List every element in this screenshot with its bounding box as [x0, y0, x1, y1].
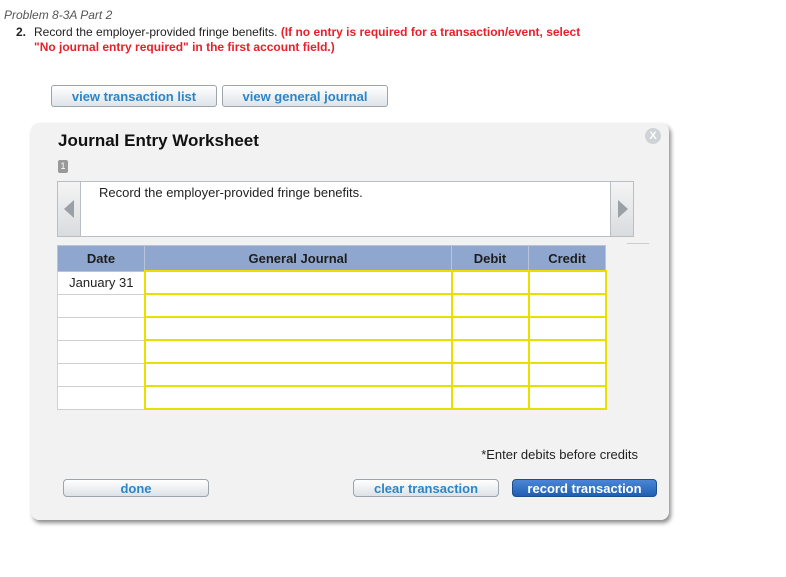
account-cell[interactable] [143, 293, 453, 318]
debits-before-credits-note: *Enter debits before credits [481, 447, 638, 462]
instruction-number: 2. [16, 25, 27, 39]
account-input[interactable] [145, 318, 451, 339]
credit-input[interactable] [529, 364, 605, 385]
credit-cell[interactable] [527, 270, 607, 295]
debit-input[interactable] [452, 295, 528, 316]
credit-input[interactable] [529, 295, 605, 316]
record-transaction-button[interactable]: record transaction [512, 479, 657, 497]
instruction-text: Record the employer-provided fringe bene… [34, 25, 278, 39]
page-badge: 1 [58, 160, 68, 173]
debit-cell[interactable] [450, 385, 530, 410]
credit-input[interactable] [529, 387, 605, 408]
debit-cell[interactable] [450, 270, 530, 295]
close-icon[interactable]: X [645, 128, 661, 144]
done-button[interactable]: done [63, 479, 209, 497]
table-row [57, 316, 607, 341]
account-cell[interactable] [143, 385, 453, 410]
prev-transaction-button[interactable] [57, 181, 81, 237]
account-input[interactable] [145, 295, 451, 316]
debit-cell[interactable] [450, 362, 530, 387]
credit-input[interactable] [529, 341, 605, 362]
chevron-left-icon [64, 200, 74, 218]
debit-input[interactable] [452, 341, 528, 362]
date-cell: January 31 [57, 270, 145, 295]
debit-cell[interactable] [450, 293, 530, 318]
journal-entry-worksheet-panel: Journal Entry Worksheet X 1 Record the e… [31, 123, 669, 520]
account-input[interactable] [145, 272, 451, 293]
next-transaction-button[interactable] [610, 181, 634, 237]
instruction-note-line2: "No journal entry required" in the first… [34, 40, 335, 54]
table-row [57, 385, 607, 410]
date-cell [57, 385, 145, 410]
table-row [57, 293, 607, 318]
credit-cell[interactable] [527, 385, 607, 410]
chevron-right-icon [618, 200, 628, 218]
clear-transaction-button[interactable]: clear transaction [353, 479, 499, 497]
account-cell[interactable] [143, 316, 453, 341]
date-cell [57, 362, 145, 387]
debit-cell[interactable] [450, 316, 530, 341]
credit-cell[interactable] [527, 293, 607, 318]
account-cell[interactable] [143, 362, 453, 387]
column-header-credit: Credit [528, 245, 606, 272]
table-row: January 31 [57, 270, 607, 295]
column-header-general-journal: General Journal [144, 245, 452, 272]
instruction-block: 2. Record the employer-provided fringe be… [16, 25, 656, 55]
transaction-description: Record the employer-provided fringe bene… [99, 185, 363, 200]
account-input[interactable] [145, 341, 451, 362]
transaction-description-box: Record the employer-provided fringe bene… [57, 181, 634, 237]
view-transaction-list-button[interactable]: view transaction list [51, 85, 217, 107]
account-input[interactable] [145, 364, 451, 385]
account-cell[interactable] [143, 270, 453, 295]
table-row [57, 362, 607, 387]
column-header-date: Date [57, 245, 145, 272]
view-general-journal-button[interactable]: view general journal [222, 85, 388, 107]
journal-table: Date General Journal Debit Credit Januar… [57, 245, 607, 410]
credit-input[interactable] [529, 272, 605, 293]
debit-input[interactable] [452, 272, 528, 293]
credit-cell[interactable] [527, 362, 607, 387]
account-cell[interactable] [143, 339, 453, 364]
column-header-debit: Debit [451, 245, 529, 272]
credit-cell[interactable] [527, 339, 607, 364]
debit-input[interactable] [452, 364, 528, 385]
debit-input[interactable] [452, 318, 528, 339]
account-input[interactable] [145, 387, 451, 408]
debit-input[interactable] [452, 387, 528, 408]
credit-input[interactable] [529, 318, 605, 339]
table-row [57, 339, 607, 364]
problem-title: Problem 8-3A Part 2 [4, 8, 113, 22]
credit-cell[interactable] [527, 316, 607, 341]
instruction-note-line1: (If no entry is required for a transacti… [280, 25, 581, 39]
worksheet-title: Journal Entry Worksheet [58, 131, 259, 150]
date-cell [57, 339, 145, 364]
divider [627, 243, 649, 244]
date-cell [57, 293, 145, 318]
debit-cell[interactable] [450, 339, 530, 364]
date-cell [57, 316, 145, 341]
